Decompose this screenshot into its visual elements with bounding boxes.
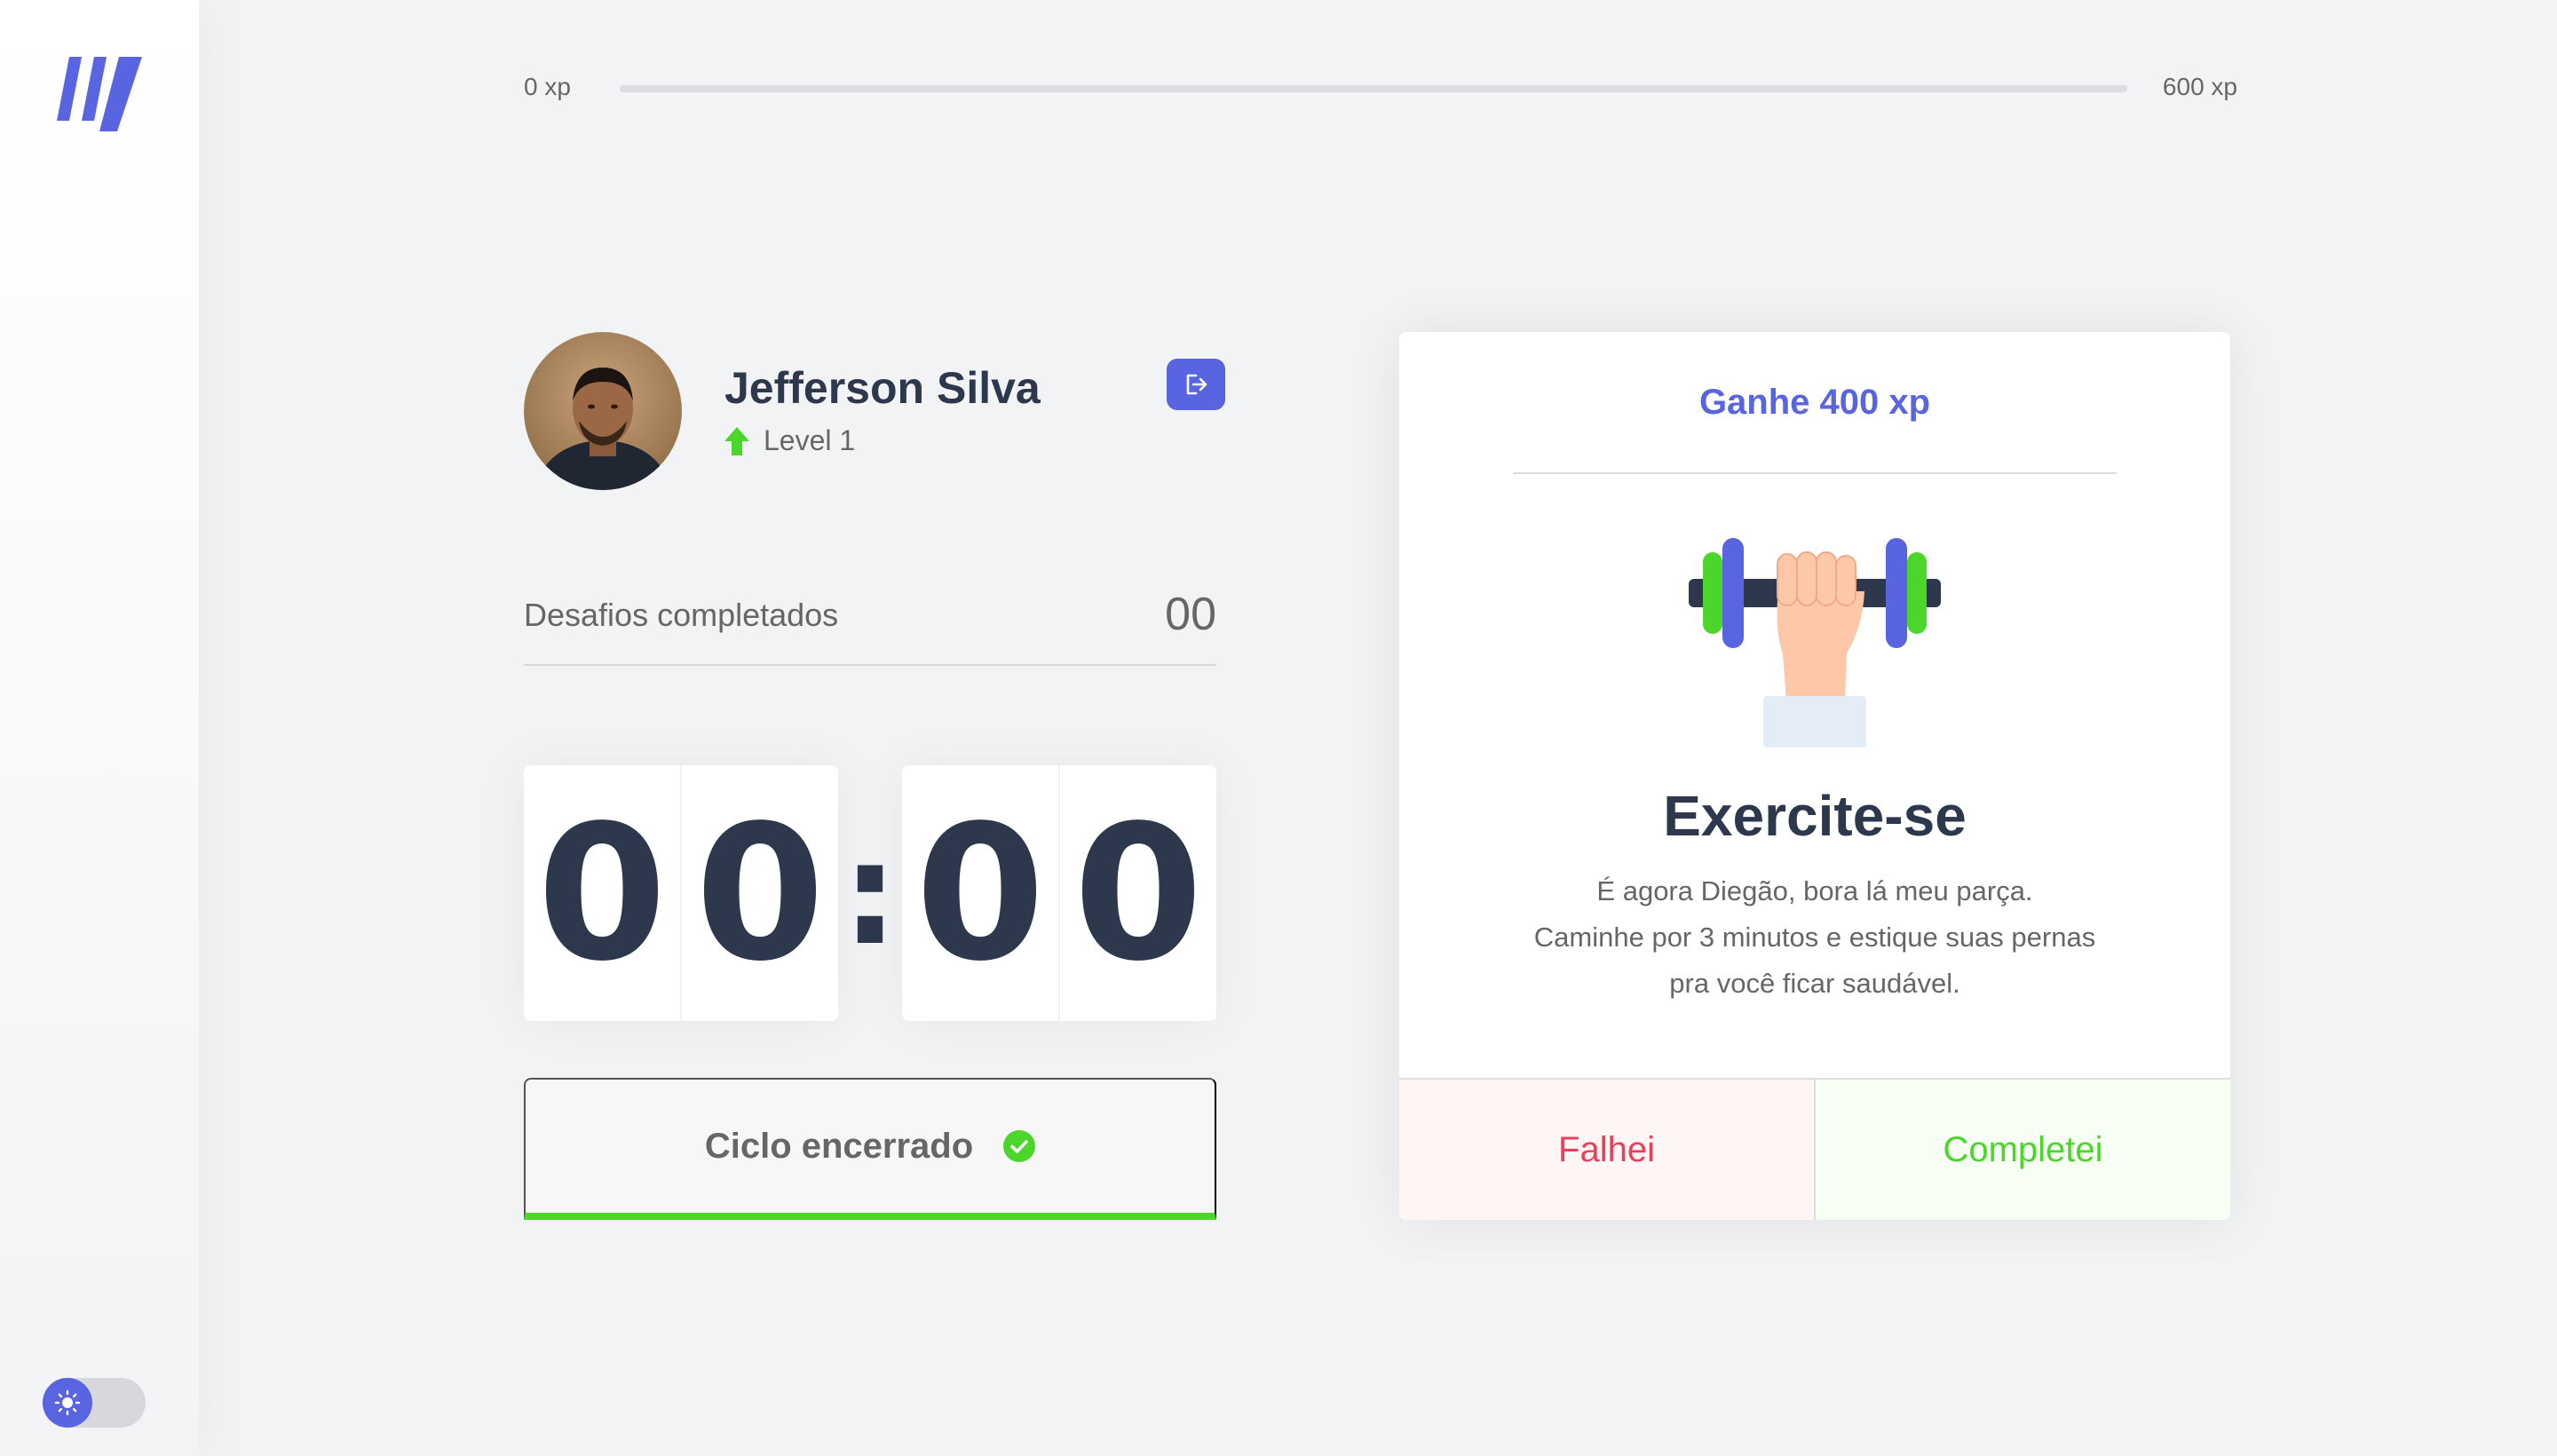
minute-ones-digit: 0 [694,784,826,1002]
theme-toggle[interactable] [43,1378,146,1428]
profile: Jefferson Silva Level 1 [524,332,1225,492]
xp-start-label: 0 xp [524,73,571,100]
completed-challenges-label: Desafios completados [524,597,839,633]
countdown-seconds: 0 0 [902,765,1216,1021]
xp-progress-track [620,85,2127,92]
logout-button[interactable] [1167,359,1225,410]
profile-name: Jefferson Silva [724,363,1041,413]
countdown: 0 0 : 0 0 [524,765,1216,1021]
challenge-description-line: Caminhe por 3 minutos e estique suas per… [1533,922,2096,953]
avatar [524,332,682,490]
challenge-actions: Falhei Completei [1399,1078,2230,1220]
challenge-xp-reward: Ganhe 400 xp [1698,382,1931,422]
cycle-finished-button[interactable]: Ciclo encerrado [524,1078,1216,1220]
app-logo-icon [57,57,142,131]
logout-icon [1186,374,1207,395]
sidebar [0,0,199,1456]
cycle-status-label: Ciclo encerrado [704,1126,974,1166]
level-row: Level 1 [724,424,855,457]
challenge-description-line: É agora Diegão, bora lá meu parça. [1596,875,2033,906]
completed-button[interactable]: Completei [1816,1080,2230,1220]
challenge-card: Ganhe 400 xp Exercite-se É agora Diegão,… [1399,332,2230,1220]
challenge-header: Ganhe 400 xp [1513,332,2117,474]
second-tens-digit: 0 [902,765,1060,1021]
minute-tens-digit: 0 [524,765,682,1021]
second-ones-digit: 0 [1073,784,1204,1002]
challenge-description: É agora Diegão, bora lá meu parça. Camin… [1488,868,2141,1007]
xp-end-label: 600 xp [2162,73,2237,100]
challenge-title: Exercite-se [1663,784,1967,848]
check-circle-icon [1003,1130,1036,1162]
countdown-separator: : [842,810,899,977]
experience-bar: 0 xp 600 xp [524,71,2237,103]
dumbbell-icon [1689,538,1941,748]
failed-button[interactable]: Falhei [1399,1080,1816,1220]
level-up-arrow-icon [724,426,749,455]
level-label: Level 1 [764,424,856,456]
challenge-description-line: pra você ficar saudável. [1669,968,1960,999]
sun-icon [43,1378,92,1428]
countdown-minutes: 0 0 [524,765,838,1021]
completed-challenges: Desafios completados 00 [524,586,1216,666]
completed-challenges-count: 00 [1165,589,1216,640]
